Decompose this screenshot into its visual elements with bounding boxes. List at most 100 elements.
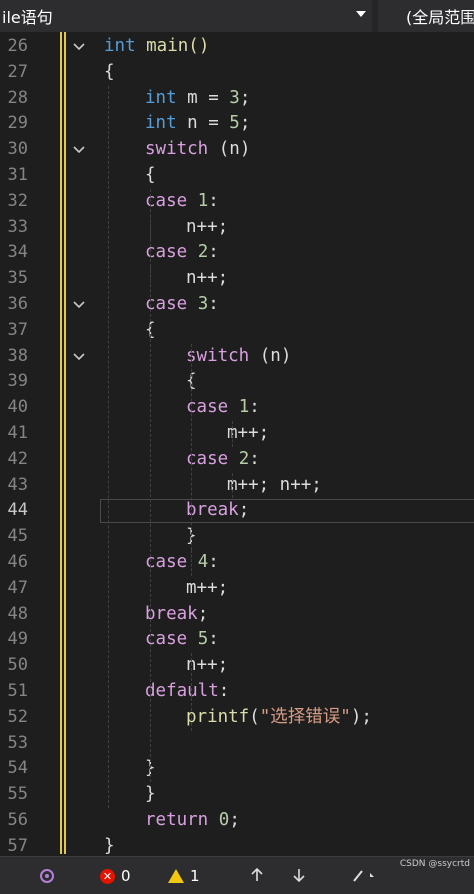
code-token: 2 [238,448,250,469]
watermark: CSDN @ssycrtd [399,859,470,869]
line-number: 42 [7,448,28,469]
code-text: n++; [186,266,228,292]
code-text: case 2: [145,240,219,266]
code-text: m++; n++; [227,473,322,499]
code-line[interactable]: 48 break; [0,602,474,628]
code-line[interactable]: 37{ [0,318,474,344]
code-line[interactable]: 38 switch (n) [0,344,474,370]
code-line[interactable]: 39{ [0,369,474,395]
fold-chevron-icon[interactable] [72,40,86,54]
code-line[interactable]: 54} [0,756,474,782]
code-line[interactable]: 32 case 1: [0,189,474,215]
code-token: return [145,810,209,830]
code-token: ; [239,87,251,108]
code-token: ; [229,810,240,830]
code-line[interactable]: 27 { [0,60,474,86]
line-number: 47 [7,577,28,598]
warnings-indicator[interactable]: 1 [168,867,200,885]
code-line[interactable]: 56 return 0; [0,808,474,834]
line-number: 28 [7,87,28,108]
code-line[interactable]: 26 int main() [0,34,474,60]
code-token: 1 [197,190,209,211]
warnings-count: 1 [190,867,200,885]
code-token: case [145,190,188,211]
code-line[interactable]: 46 case 4: [0,550,474,576]
code-text: m++; [186,576,228,602]
code-line[interactable]: 41 m++; [0,421,474,447]
line-number: 56 [7,810,28,830]
scope-dropdown[interactable]: ile语句 [0,0,372,32]
code-line[interactable]: 29 int n = 5; [0,111,474,137]
code-token: ; [239,113,251,134]
line-number: 39 [7,371,28,392]
code-text: return 0; [145,808,240,834]
code-token: 3 [197,294,209,314]
intellicode-icon[interactable] [38,867,56,885]
code-token: { [104,61,115,82]
code-token: n++; [186,655,229,676]
fold-chevron-icon[interactable] [72,350,86,364]
line-number: 38 [7,345,28,366]
code-text: { [145,163,156,189]
code-line[interactable]: 55} [0,782,474,808]
code-text: m++; [227,421,269,447]
arrow-up-icon[interactable] [250,867,264,883]
code-line[interactable]: 47 m++; [0,576,474,602]
status-bar: ✕ 0 1 CSDN @ssycrtd [0,856,474,894]
code-token: case [145,552,188,572]
code-line[interactable]: 52 printf("选择错误"); [0,705,474,731]
code-text: n++; [186,653,228,679]
code-token: 3 [229,87,240,108]
errors-count: 0 [121,867,131,885]
code-line[interactable]: 44 break; [0,498,474,524]
line-number: 34 [7,242,28,263]
code-token: 1 [238,397,250,418]
code-line[interactable]: 43 m++; n++; [0,473,474,499]
code-line[interactable]: 42 case 2: [0,447,474,473]
errors-indicator[interactable]: ✕ 0 [100,867,131,885]
code-line[interactable]: 33 n++; [0,215,474,241]
code-token: (n) [249,345,292,366]
warning-icon [168,869,184,883]
line-number: 50 [7,655,28,676]
code-line[interactable]: 28 int m = 3; [0,86,474,112]
code-line[interactable]: 53 [0,731,474,757]
code-token: 2 [197,242,209,263]
code-token: n = [176,113,230,134]
code-line[interactable]: 50 n++; [0,653,474,679]
code-token: switch [145,139,209,160]
fold-chevron-icon[interactable] [72,143,86,157]
code-line[interactable]: 30 switch (n) [0,137,474,163]
code-line[interactable]: 31 { [0,163,474,189]
code-token: main() [135,36,210,56]
code-line[interactable]: 40 case 1: [0,395,474,421]
code-text: int main() [104,34,209,60]
line-number: 36 [7,294,28,314]
arrow-down-icon[interactable] [292,867,306,883]
code-line[interactable]: 36 case 3: [0,292,474,318]
code-text: case 2: [186,447,260,473]
code-text: case 4: [145,550,219,576]
code-token: : [249,397,260,418]
line-number: 45 [7,526,28,547]
code-token: int [145,113,177,134]
code-line[interactable]: 35 n++; [0,266,474,292]
line-number: 48 [7,603,28,624]
scope-dropdown-label: ile语句 [2,8,53,27]
line-number: 51 [7,681,28,701]
global-scope-dropdown[interactable]: (全局范围 [378,0,474,32]
code-editor[interactable]: 26 int main() 27{28 int m = 3; 29 int n = 5; 3… [0,32,474,856]
brush-icon[interactable] [352,867,378,883]
line-number: 43 [7,474,28,495]
code-line[interactable]: 45} [0,524,474,550]
code-line[interactable]: 51 default: [0,679,474,705]
code-line[interactable]: 49 case 5: [0,627,474,653]
chevron-down-icon[interactable] [356,11,366,17]
code-token: } [145,784,156,805]
code-token: printf [186,706,250,727]
line-number: 35 [7,268,28,289]
line-number: 30 [7,139,28,160]
fold-chevron-icon[interactable] [72,298,86,312]
code-line[interactable]: 34 case 2: [0,240,474,266]
